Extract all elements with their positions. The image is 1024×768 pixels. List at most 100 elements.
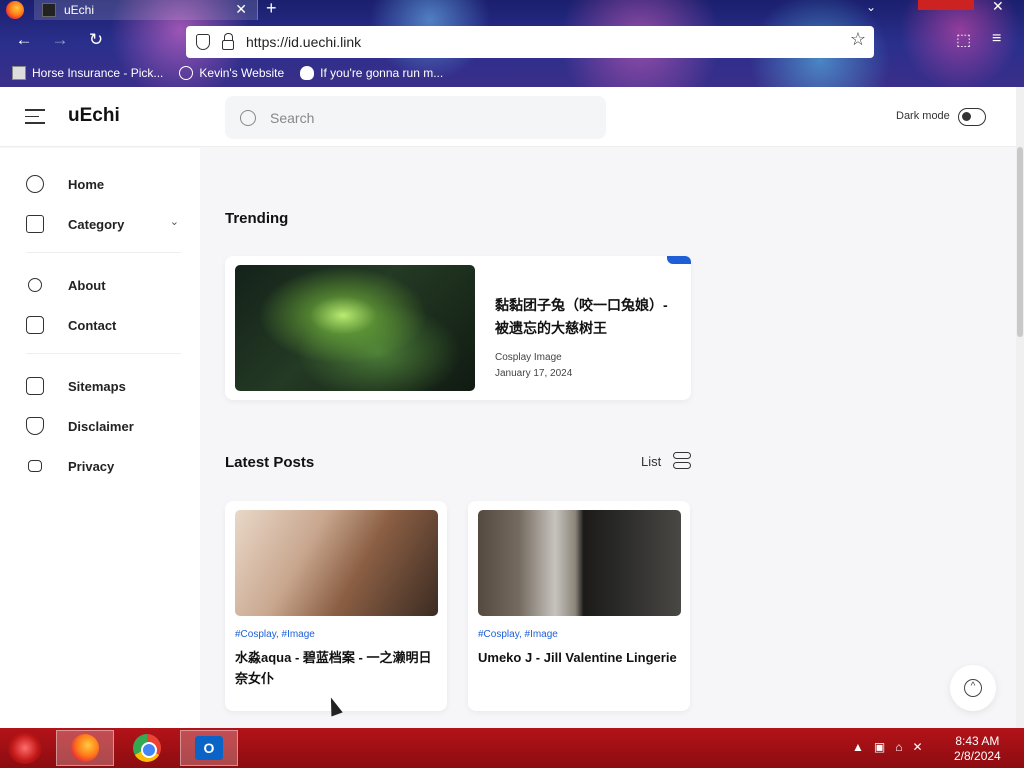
- chevron-down-icon[interactable]: ⌄: [866, 0, 876, 14]
- folder-icon: [26, 215, 44, 233]
- tab-bar: uEchi ✕ + ⌄ ✕: [0, 0, 1024, 20]
- trending-title[interactable]: 黏黏团子兔（咬一口兔娘）- 被遗忘的大慈树王: [495, 294, 673, 340]
- list-icon: [673, 452, 692, 470]
- post-thumbnail[interactable]: [235, 510, 438, 616]
- reload-icon[interactable]: ↻: [84, 30, 108, 50]
- trending-badge: [667, 256, 691, 264]
- page-scrollbar[interactable]: [1016, 87, 1024, 728]
- taskbar-chrome[interactable]: [118, 730, 176, 766]
- search-input[interactable]: Search: [225, 96, 606, 139]
- chrome-icon: [133, 734, 161, 762]
- bookmark-label: If you're gonna run m...: [320, 66, 444, 80]
- extensions-icon[interactable]: ⬚: [956, 30, 971, 50]
- tab-title: uEchi: [64, 3, 95, 17]
- site-brand[interactable]: uEchi: [68, 105, 120, 127]
- image-icon: [12, 66, 26, 80]
- tab-active[interactable]: uEchi ✕: [34, 0, 258, 20]
- taskbar: O ▲ ▣ ⌂ ✕ 8:43 AM 2/8/2024: [0, 728, 1024, 768]
- network-icon[interactable]: ⌂: [895, 740, 902, 754]
- bookmark-star-icon[interactable]: ☆: [850, 29, 866, 50]
- url-text[interactable]: https://id.uechi.link: [246, 34, 361, 50]
- sidebar-item-home[interactable]: Home: [26, 172, 181, 196]
- menu-icon[interactable]: [25, 109, 45, 124]
- taskbar-firefox[interactable]: [56, 730, 114, 766]
- search-placeholder: Search: [270, 109, 315, 126]
- sidebar-item-label: Sitemaps: [68, 378, 126, 394]
- sidebar: Home Category ⌄ About Contact Sitemaps D…: [0, 148, 200, 728]
- sidebar-item-contact[interactable]: Contact: [26, 313, 181, 337]
- dark-mode-label: Dark mode: [896, 110, 950, 122]
- post-title[interactable]: 水淼aqua - 碧蓝档案 - 一之濑明日奈女仆: [235, 647, 435, 689]
- firefox-icon: [71, 734, 99, 762]
- sidebar-item-about[interactable]: About: [26, 273, 181, 297]
- start-button[interactable]: [8, 732, 42, 764]
- divider: [26, 353, 181, 354]
- post-tags[interactable]: #Cosplay, #Image: [478, 629, 558, 640]
- trending-heading: Trending: [225, 210, 289, 227]
- chevron-down-icon[interactable]: ⌄: [170, 215, 179, 228]
- mask-icon: [300, 66, 315, 80]
- sidebar-item-disclaimer[interactable]: Disclaimer: [26, 414, 181, 438]
- forward-icon[interactable]: →: [48, 30, 72, 50]
- home-icon: [26, 175, 44, 193]
- post-card[interactable]: #Cosplay, #Image Umeko J - Jill Valentin…: [468, 501, 690, 711]
- scroll-to-top-button[interactable]: ^: [950, 665, 996, 711]
- tracking-shield-icon[interactable]: [196, 34, 210, 50]
- bookmark-label: Kevin's Website: [199, 66, 285, 80]
- clock-date: 2/8/2024: [954, 749, 1001, 763]
- list-label: List: [641, 453, 662, 469]
- sidebar-item-privacy[interactable]: Privacy: [26, 454, 181, 478]
- trending-category[interactable]: Cosplay Image: [495, 352, 562, 363]
- bookmarks-bar: Horse Insurance - Pick... Kevin's Websit…: [0, 62, 1024, 84]
- window-close-icon[interactable]: ✕: [992, 0, 1004, 15]
- show-hidden-icons-icon[interactable]: ▲: [852, 740, 864, 754]
- device-icon[interactable]: ▣: [874, 740, 885, 754]
- globe-icon: [179, 66, 194, 80]
- url-bar[interactable]: https://id.uechi.link ☆: [186, 26, 874, 58]
- back-icon[interactable]: ←: [12, 30, 36, 50]
- scrollbar-thumb[interactable]: [1017, 147, 1023, 337]
- browser-toolbar: uEchi ✕ + ⌄ ✕ ← → ↻ https://id.uechi.lin…: [0, 0, 1024, 87]
- sidebar-item-label: Home: [68, 176, 105, 192]
- list-view-toggle[interactable]: List: [641, 452, 692, 470]
- taskbar-outlook[interactable]: O: [180, 730, 238, 766]
- post-thumbnail[interactable]: [478, 510, 681, 616]
- trending-thumbnail[interactable]: [235, 265, 475, 391]
- sidebar-item-label: Contact: [68, 317, 117, 333]
- post-card[interactable]: #Cosplay, #Image 水淼aqua - 碧蓝档案 - 一之濑明日奈女…: [225, 501, 447, 711]
- new-tab-button[interactable]: +: [266, 0, 277, 19]
- latest-posts-heading: Latest Posts: [225, 454, 315, 471]
- system-clock[interactable]: 8:43 AM 2/8/2024: [954, 734, 1001, 764]
- post-tags[interactable]: #Cosplay, #Image: [235, 629, 315, 640]
- shield-icon: [26, 417, 44, 435]
- user-icon: [28, 278, 42, 292]
- sidebar-item-sitemaps[interactable]: Sitemaps: [26, 374, 181, 398]
- web-page: uEchi Search Dark mode Home Category ⌄ A…: [0, 87, 1024, 728]
- trending-card[interactable]: 黏黏团子兔（咬一口兔娘）- 被遗忘的大慈树王 Cosplay Image Jan…: [225, 256, 691, 400]
- lock-icon: [28, 460, 42, 472]
- lock-icon[interactable]: [222, 33, 234, 50]
- close-tab-icon[interactable]: ✕: [235, 1, 247, 18]
- bookmark-item[interactable]: Kevin's Website: [179, 66, 284, 80]
- divider: [26, 252, 181, 253]
- dark-mode-toggle[interactable]: [958, 108, 986, 126]
- firefox-icon[interactable]: [6, 1, 24, 19]
- sidebar-item-label: Privacy: [68, 458, 115, 474]
- search-icon: [240, 109, 256, 126]
- bookmark-item[interactable]: Horse Insurance - Pick...: [12, 66, 163, 80]
- bookmark-label: Horse Insurance - Pick...: [32, 66, 164, 80]
- sidebar-item-category[interactable]: Category ⌄: [26, 212, 181, 236]
- volume-muted-icon[interactable]: ✕: [912, 740, 922, 754]
- nav-bar: ← → ↻ https://id.uechi.link ☆ ⬚ ≡: [0, 24, 1024, 60]
- document-icon: [26, 377, 44, 395]
- chevron-up-icon: ^: [964, 679, 982, 697]
- sidebar-item-label: About: [68, 277, 106, 293]
- window-minimize-area[interactable]: [918, 0, 974, 10]
- post-title[interactable]: Umeko J - Jill Valentine Lingerie: [478, 647, 678, 668]
- system-tray: ▲ ▣ ⌂ ✕: [852, 740, 923, 754]
- sidebar-item-label: Category: [68, 216, 125, 232]
- bookmark-item[interactable]: If you're gonna run m...: [300, 66, 443, 80]
- outlook-icon: O: [195, 736, 223, 760]
- app-menu-icon[interactable]: ≡: [992, 30, 1001, 48]
- sidebar-item-label: Disclaimer: [68, 418, 134, 434]
